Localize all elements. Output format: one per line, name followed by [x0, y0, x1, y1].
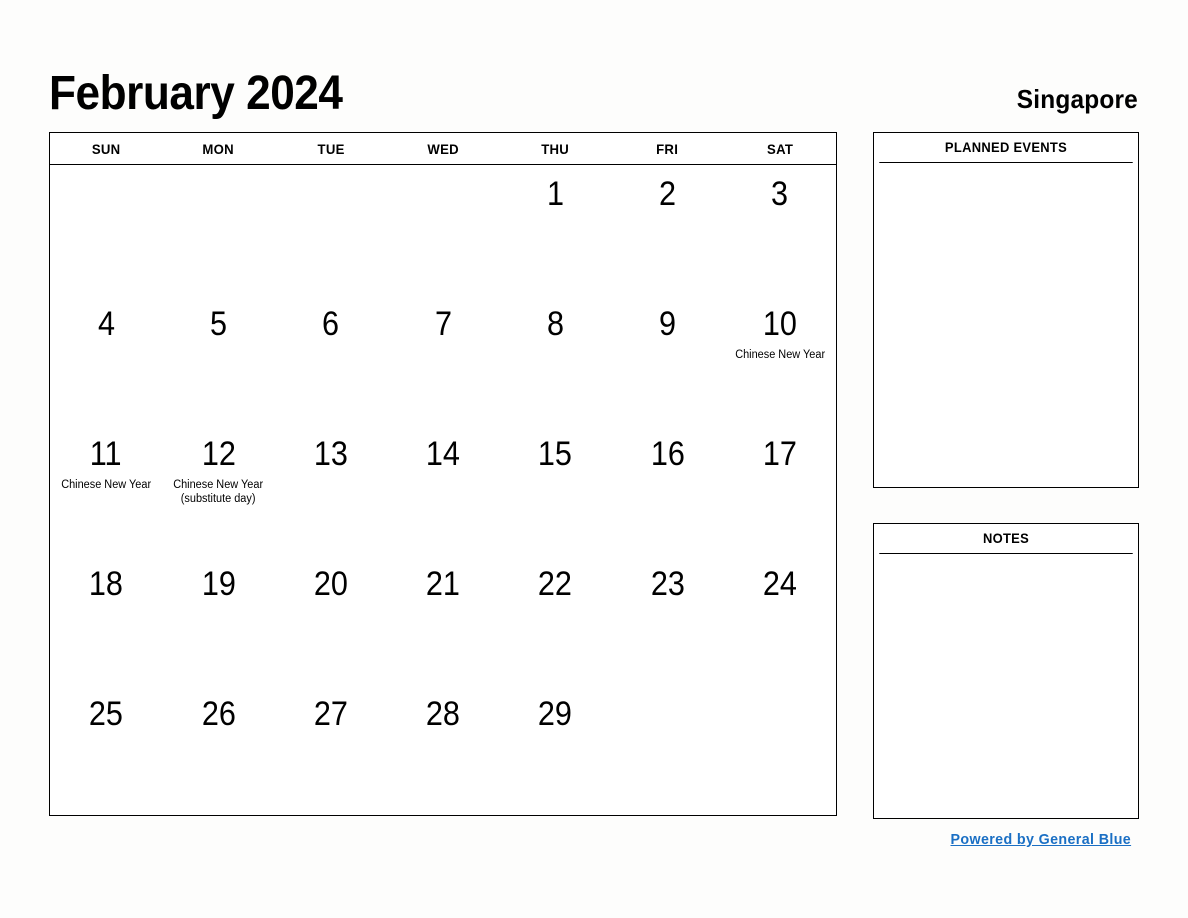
- calendar-week-row: 1 2 3: [50, 165, 836, 295]
- day-number: 19: [201, 565, 236, 603]
- calendar-day-cell[interactable]: 3: [724, 165, 836, 295]
- calendar-day-cell[interactable]: 12 Chinese New Year (substitute day): [162, 425, 274, 555]
- day-event-label: Chinese New Year (substitute day): [173, 479, 264, 505]
- calendar-day-cell[interactable]: 18: [50, 555, 162, 685]
- calendar-day-cell[interactable]: 24: [724, 555, 836, 685]
- calendar-day-cell[interactable]: 28: [387, 685, 499, 815]
- planned-events-panel: PLANNED EVENTS: [873, 132, 1139, 488]
- calendar-day-cell[interactable]: 6: [275, 295, 387, 425]
- calendar-week-row: 11 Chinese New Year 12 Chinese New Year (su…: [50, 425, 836, 555]
- calendar-day-cell[interactable]: 5: [162, 295, 274, 425]
- calendar-grid: SUN MON TUE WED THU FRI SAT 1 2 3 4 5 6 7 8 9 10 Chinese…: [49, 132, 837, 816]
- planned-events-body[interactable]: [874, 163, 1138, 487]
- day-number: 3: [771, 175, 789, 213]
- day-number: 23: [650, 565, 685, 603]
- calendar-day-cell[interactable]: 15: [499, 425, 611, 555]
- day-number: 25: [89, 695, 124, 733]
- calendar-day-cell[interactable]: 16: [611, 425, 723, 555]
- calendar-day-cell[interactable]: 4: [50, 295, 162, 425]
- calendar-week-row: 25 26 27 28 29: [50, 685, 836, 815]
- day-of-week-header: TUE: [317, 140, 345, 157]
- day-number: 2: [659, 175, 677, 213]
- day-of-week-header: SAT: [766, 140, 793, 157]
- calendar-day-cell[interactable]: 2: [611, 165, 723, 295]
- day-number: 1: [546, 175, 564, 213]
- day-of-week-header-row: SUN MON TUE WED THU FRI SAT: [50, 133, 836, 165]
- calendar-day-cell[interactable]: 1: [499, 165, 611, 295]
- calendar-day-cell[interactable]: [611, 685, 723, 815]
- calendar-day-cell[interactable]: 29: [499, 685, 611, 815]
- calendar-week-row: 4 5 6 7 8 9 10 Chinese New Year: [50, 295, 836, 425]
- day-number: 8: [546, 305, 564, 343]
- day-number: 24: [762, 565, 797, 603]
- page-title: February 2024: [49, 67, 343, 120]
- day-number: 6: [322, 305, 340, 343]
- day-number: 26: [201, 695, 236, 733]
- day-number: 13: [313, 435, 348, 473]
- day-number: 12: [201, 435, 236, 473]
- day-number: 15: [538, 435, 573, 473]
- day-number: 29: [538, 695, 573, 733]
- calendar-day-cell[interactable]: 25: [50, 685, 162, 815]
- day-number: 17: [762, 435, 797, 473]
- calendar-day-cell[interactable]: 27: [275, 685, 387, 815]
- notes-panel: NOTES: [873, 523, 1139, 819]
- notes-body[interactable]: [874, 554, 1138, 818]
- day-number: 4: [97, 305, 115, 343]
- day-number: 11: [90, 435, 123, 473]
- calendar-day-cell[interactable]: 20: [275, 555, 387, 685]
- day-number: 27: [313, 695, 348, 733]
- page-footer: Powered by General Blue: [873, 831, 1139, 849]
- calendar-day-cell[interactable]: 21: [387, 555, 499, 685]
- calendar-day-cell[interactable]: 7: [387, 295, 499, 425]
- notes-title: NOTES: [879, 524, 1133, 554]
- calendar-day-cell[interactable]: 19: [162, 555, 274, 685]
- calendar-day-cell[interactable]: [724, 685, 836, 815]
- day-number: 14: [425, 435, 460, 473]
- calendar-day-cell[interactable]: 22: [499, 555, 611, 685]
- page-header: February 2024 Singapore: [49, 52, 1138, 118]
- day-number: 7: [434, 305, 452, 343]
- day-of-week-header: WED: [427, 140, 459, 157]
- powered-by-link[interactable]: Powered by General Blue: [950, 831, 1131, 848]
- day-number: 10: [762, 305, 797, 343]
- day-number: 5: [209, 305, 227, 343]
- calendar-day-cell[interactable]: [387, 165, 499, 295]
- calendar-day-cell[interactable]: 23: [611, 555, 723, 685]
- calendar-week-row: 18 19 20 21 22 23 24: [50, 555, 836, 685]
- day-number: 21: [425, 565, 460, 603]
- day-of-week-header: SUN: [91, 140, 121, 157]
- day-number: 22: [538, 565, 573, 603]
- calendar-weeks: 1 2 3 4 5 6 7 8 9 10 Chinese New Year 11 Chinese New…: [50, 165, 836, 815]
- calendar-page: February 2024 Singapore SUN MON TUE WED THU F…: [0, 0, 1188, 918]
- day-number: 20: [313, 565, 348, 603]
- day-events: Chinese New Year: [50, 478, 162, 492]
- calendar-day-cell[interactable]: [275, 165, 387, 295]
- calendar-day-cell[interactable]: 10 Chinese New Year: [724, 295, 836, 425]
- day-event-label: Chinese New Year: [734, 349, 825, 361]
- day-of-week-header: MON: [202, 140, 235, 157]
- day-of-week-header: THU: [541, 140, 570, 157]
- calendar-day-cell[interactable]: 8: [499, 295, 611, 425]
- calendar-day-cell[interactable]: 13: [275, 425, 387, 555]
- day-events: Chinese New Year: [724, 348, 836, 362]
- calendar-day-cell[interactable]: 11 Chinese New Year: [50, 425, 162, 555]
- day-number: 9: [659, 305, 677, 343]
- day-of-week-header: FRI: [656, 140, 679, 157]
- day-event-label: Chinese New Year: [61, 479, 152, 491]
- day-number: 16: [650, 435, 685, 473]
- calendar-day-cell[interactable]: 26: [162, 685, 274, 815]
- planned-events-title: PLANNED EVENTS: [879, 133, 1133, 163]
- calendar-day-cell[interactable]: 17: [724, 425, 836, 555]
- day-events: Chinese New Year (substitute day): [162, 478, 274, 506]
- day-number: 28: [425, 695, 460, 733]
- calendar-day-cell[interactable]: [50, 165, 162, 295]
- day-number: 18: [89, 565, 124, 603]
- country-label: Singapore: [1016, 84, 1138, 114]
- calendar-day-cell[interactable]: 14: [387, 425, 499, 555]
- calendar-day-cell[interactable]: 9: [611, 295, 723, 425]
- calendar-day-cell[interactable]: [162, 165, 274, 295]
